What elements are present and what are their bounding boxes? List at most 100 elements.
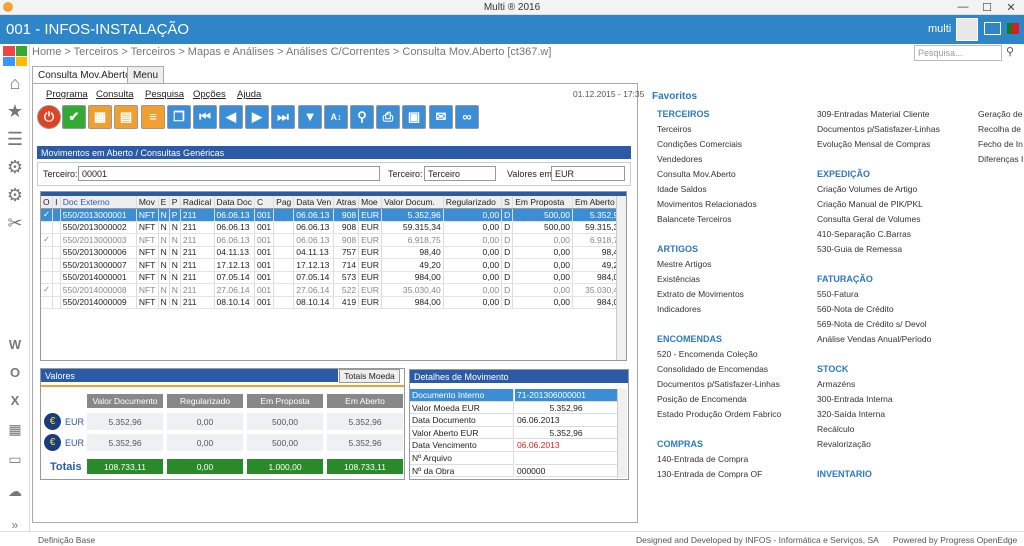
favorite-link[interactable]: Condições Comerciais bbox=[657, 139, 742, 149]
avatar[interactable] bbox=[956, 18, 978, 41]
username[interactable]: multi bbox=[928, 23, 951, 35]
table-row[interactable]: 550/2014000001 NFT N N 211 07.05.14 001 07.05.1… bbox=[41, 271, 626, 284]
grid-header-cell[interactable]: I bbox=[52, 196, 61, 209]
grid-header-cell[interactable]: Atras bbox=[333, 196, 360, 209]
movements-grid[interactable]: O I Doc Externo Mov E P Radical Data Doc C Pag Dat… bbox=[40, 191, 627, 361]
favorite-link[interactable]: 300-Entrada Interna bbox=[817, 394, 893, 404]
close-button[interactable]: ✕ bbox=[998, 1, 1024, 14]
home-icon[interactable]: ⌂ bbox=[4, 72, 26, 94]
last-record-icon[interactable]: ⏭ bbox=[271, 105, 295, 129]
table-row[interactable]: 550/2013000007 NFT N N 211 17.12.13 001 17.12.1… bbox=[41, 258, 626, 272]
favorite-link[interactable]: Extrato de Movimentos bbox=[657, 289, 744, 299]
grid-header-cell[interactable]: E bbox=[158, 196, 170, 209]
grid-header-cell[interactable]: S bbox=[501, 196, 514, 209]
favorite-link[interactable]: 320-Saída Interna bbox=[817, 409, 885, 419]
terceiro-type-select[interactable]: Terceiro bbox=[424, 166, 496, 181]
favorite-link[interactable]: Recálculo bbox=[817, 424, 854, 434]
favorite-link[interactable]: Revalorização bbox=[817, 439, 871, 449]
favorite-link[interactable]: Posição de Encomenda bbox=[657, 394, 747, 404]
menu-consulta[interactable]: Consulta bbox=[96, 89, 134, 100]
flag-icon[interactable] bbox=[1007, 23, 1019, 34]
exit-icon[interactable]: ⏻ bbox=[37, 105, 61, 129]
favorite-link[interactable]: 560-Nota de Crédito bbox=[817, 304, 894, 314]
search-icon[interactable]: ⚲ bbox=[1006, 45, 1014, 58]
grid-header-cell[interactable]: Pag bbox=[273, 196, 295, 209]
favorite-link[interactable]: 530-Guia de Remessa bbox=[817, 244, 902, 254]
clipboard-icon[interactable]: ▤ bbox=[114, 105, 138, 129]
next-record-icon[interactable]: ▶ bbox=[245, 105, 269, 129]
favorite-link[interactable]: Vendedores bbox=[657, 154, 702, 164]
grid-header-cell[interactable]: Mov bbox=[136, 196, 159, 209]
favorite-link[interactable]: 309-Entradas Material Cliente bbox=[817, 109, 929, 119]
favorite-link[interactable]: Análise Vendas Anual/Período bbox=[817, 334, 931, 344]
favorite-link[interactable]: 140-Entrada de Compra bbox=[657, 454, 748, 464]
table-row[interactable]: 550/2014000009 NFT N N 211 08.10.14 001 08.10.1… bbox=[41, 296, 626, 309]
export-icon[interactable]: ▣ bbox=[402, 105, 426, 129]
grid-header-cell[interactable]: Valor Docum. bbox=[381, 196, 444, 209]
favorite-link[interactable]: Criação Volumes de Artigo bbox=[817, 184, 917, 194]
favorite-link[interactable]: Documentos p/Satisfazer-Linhas bbox=[657, 379, 780, 389]
table-row[interactable]: 550/2013000006 NFT N N 211 04.11.13 001 04.11.1… bbox=[41, 246, 626, 259]
first-record-icon[interactable]: ⏮ bbox=[193, 105, 217, 129]
minimize-button[interactable]: — bbox=[950, 1, 976, 13]
favorite-link[interactable]: Consulta Mov.Aberto bbox=[657, 169, 736, 179]
favorite-link[interactable]: 550-Fatura bbox=[817, 289, 859, 299]
mail-icon[interactable] bbox=[984, 22, 1001, 35]
grid-header-cell[interactable]: Doc Externo bbox=[60, 196, 137, 209]
confirm-icon[interactable]: ✔ bbox=[62, 105, 86, 129]
favorite-link[interactable]: Mestre Artigos bbox=[657, 259, 711, 269]
table-row[interactable]: 550/2013000002 NFT N N 211 06.06.13 001 06.06.1… bbox=[41, 221, 626, 234]
grid-header-cell[interactable]: Em Proposta bbox=[512, 196, 573, 209]
tab-menu[interactable]: Menu bbox=[127, 66, 165, 83]
terceiro-field[interactable]: 00001 bbox=[78, 166, 380, 181]
favorite-link[interactable]: 410-Separação C.Barras bbox=[817, 229, 911, 239]
favorite-link[interactable]: Movimentos Relacionados bbox=[657, 199, 757, 209]
favorite-link[interactable]: Armazéns bbox=[817, 379, 855, 389]
favorite-link[interactable]: Existências bbox=[657, 274, 700, 284]
grid-header-cell[interactable]: Data Doc bbox=[214, 196, 255, 209]
favorite-link[interactable]: Consolidado de Encomendas bbox=[657, 364, 768, 374]
favorite-link[interactable]: 569-Nota de Crédito s/ Devol bbox=[817, 319, 927, 329]
print-icon[interactable]: ⎙ bbox=[376, 105, 400, 129]
grid-header-cell[interactable]: Regularizado bbox=[443, 196, 503, 209]
grid-header-cell[interactable]: Moe bbox=[358, 196, 383, 209]
find-icon[interactable]: ⚲ bbox=[350, 105, 374, 129]
menu-ajuda[interactable]: Ajuda bbox=[237, 89, 261, 100]
grid-header-cell[interactable]: Radical bbox=[180, 196, 215, 209]
favorite-link[interactable]: Terceiros bbox=[657, 124, 691, 134]
calculator-icon[interactable]: ▦ bbox=[4, 418, 26, 440]
favorite-link[interactable]: Consulta Geral de Volumes bbox=[817, 214, 920, 224]
favorite-link[interactable]: Indicadores bbox=[657, 304, 701, 314]
favorite-link[interactable]: Recolha de bbox=[978, 124, 1024, 134]
cloud-icon[interactable]: ☁ bbox=[4, 480, 26, 502]
table-row[interactable]: ✓ 550/2013000001 NFT N P 211 06.06.13 001 06.06.… bbox=[41, 208, 626, 222]
breadcrumb[interactable]: Home > Terceiros > Terceiros > Mapas e A… bbox=[32, 46, 551, 58]
calculator-button-icon[interactable]: ▦ bbox=[88, 105, 112, 129]
menu-opcoes[interactable]: Opções bbox=[193, 89, 226, 100]
favorite-link[interactable]: 520 - Encomenda Coleção bbox=[657, 349, 758, 359]
tab-consulta-mov-aberto[interactable]: Consulta Mov.Aberto bbox=[32, 66, 137, 83]
menu-pesquisa[interactable]: Pesquisa bbox=[145, 89, 184, 100]
excel-icon[interactable]: X bbox=[4, 390, 26, 412]
grid-header-cell[interactable]: Data Ven bbox=[293, 196, 335, 209]
favorite-link[interactable]: Criação Manual de PIK/PKL bbox=[817, 199, 923, 209]
favorite-link[interactable]: Fecho de In bbox=[978, 139, 1024, 149]
grid-header-cell[interactable]: C bbox=[254, 196, 275, 209]
favorite-link[interactable]: Diferenças I bbox=[978, 154, 1024, 164]
grid-header-cell[interactable]: O bbox=[41, 196, 54, 209]
search-input[interactable]: Pesquisa... bbox=[914, 45, 1002, 61]
currency-select[interactable]: EUR bbox=[551, 166, 625, 181]
table-row[interactable]: ✓ 550/2014000008 NFT N N 211 27.06.14 001 27.06.… bbox=[41, 283, 626, 297]
gear-icon[interactable]: ⚙ bbox=[4, 184, 26, 206]
gears-icon[interactable]: ⚙ bbox=[4, 156, 26, 178]
totais-moeda-button[interactable]: Totais Moeda bbox=[339, 369, 400, 383]
word-icon[interactable]: W bbox=[4, 334, 26, 356]
monitor-icon[interactable]: ▭ bbox=[4, 448, 26, 470]
list-icon[interactable]: ☰ bbox=[4, 128, 26, 150]
windows-icon[interactable]: ❐ bbox=[167, 105, 191, 129]
link-icon[interactable]: ∞ bbox=[455, 105, 479, 129]
detalhes-scrollbar[interactable] bbox=[617, 389, 627, 478]
email-icon[interactable]: ✉ bbox=[429, 105, 453, 129]
document-icon[interactable]: ≡ bbox=[141, 105, 165, 129]
menu-programa[interactable]: Programa bbox=[46, 89, 88, 100]
